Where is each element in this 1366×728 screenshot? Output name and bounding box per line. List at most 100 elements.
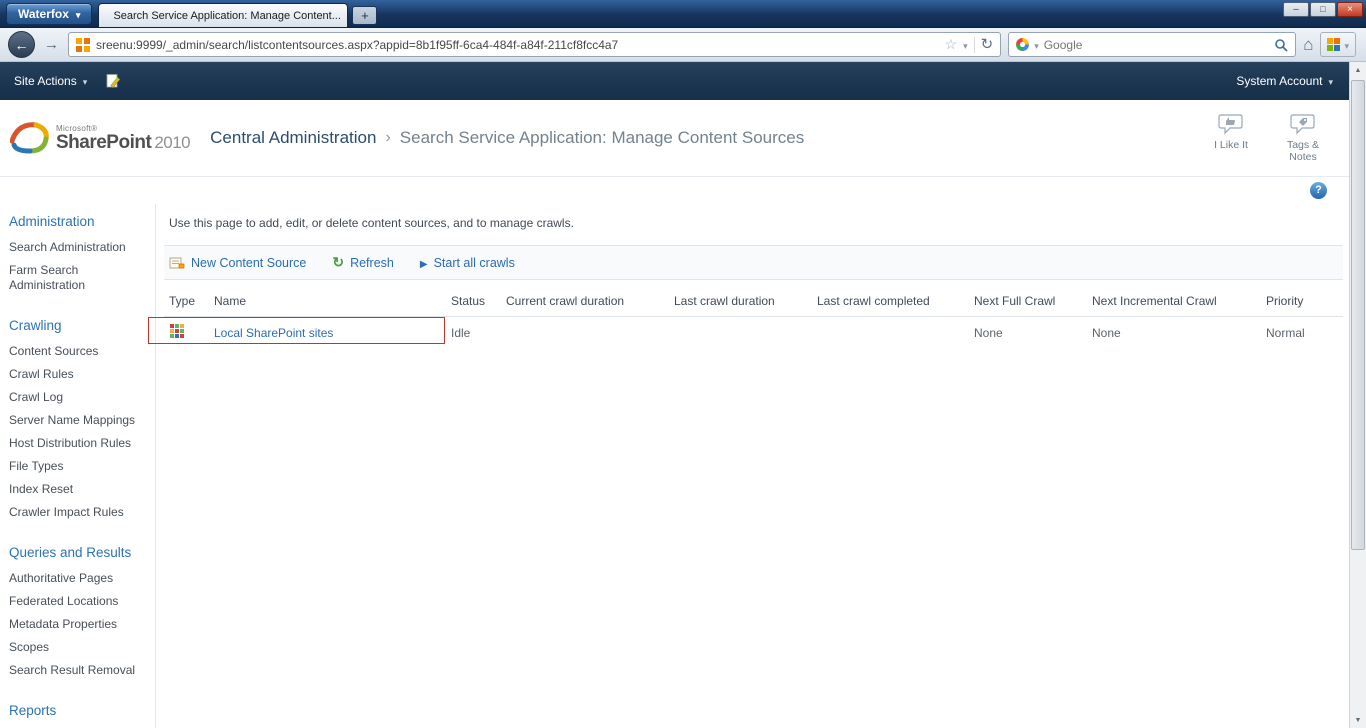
search-box[interactable] [1008, 32, 1297, 57]
reload-icon[interactable] [981, 35, 994, 54]
forward-button[interactable] [42, 36, 61, 53]
page-header: Microsoft® SharePoint 2010 Central Admini… [0, 100, 1349, 176]
back-button[interactable] [8, 31, 35, 58]
divider [973, 36, 975, 53]
sidebar-heading-queries-and-results[interactable]: Queries and Results [9, 545, 147, 560]
sidebar-item-index-reset[interactable]: Index Reset [9, 482, 147, 497]
url-input[interactable] [96, 37, 939, 52]
edit-page-icon[interactable] [105, 73, 121, 89]
scrollbar-track[interactable] [1350, 78, 1366, 712]
column-header-type: Type [169, 294, 196, 308]
logo-year: 2010 [154, 132, 191, 152]
url-bar[interactable] [68, 32, 1002, 57]
sidebar-item-server-name-mappings[interactable]: Server Name Mappings [9, 413, 147, 428]
column-header-status: Status [451, 294, 486, 308]
new-content-source-button[interactable]: New Content Source [169, 256, 306, 270]
play-icon [420, 256, 428, 270]
breadcrumb-separator-icon [385, 129, 390, 147]
url-dropdown-icon[interactable] [963, 36, 968, 54]
sidebar-item-crawl-log[interactable]: Crawl Log [9, 390, 147, 405]
sidebar-item-content-sources[interactable]: Content Sources [9, 344, 147, 359]
search-icon[interactable] [1274, 38, 1288, 52]
bookmarks-widget-button[interactable] [1320, 32, 1356, 57]
tab-title: Search Service Application: Manage Conte… [113, 9, 341, 22]
refresh-button[interactable]: Refresh [332, 254, 394, 271]
home-button[interactable] [1303, 35, 1313, 55]
column-header-priority: Priority [1266, 294, 1304, 308]
browser-tab[interactable]: Search Service Application: Manage Conte… [98, 3, 349, 27]
tags-notes-button[interactable]: Tags & Notes [1275, 113, 1331, 163]
intro-text: Use this page to add, edit, or delete co… [169, 216, 574, 230]
restore-button[interactable] [1310, 2, 1336, 17]
main-panel: Use this page to add, edit, or delete co… [148, 204, 1349, 728]
sidebar-heading-reports[interactable]: Reports [9, 703, 147, 718]
quick-launch-sidebar: Administration Search Administration Far… [0, 204, 156, 728]
sidebar-item-farm-search-administration[interactable]: Farm Search Administration [9, 263, 147, 293]
column-header-last-crawl-completed: Last crawl completed [817, 294, 930, 308]
close-button[interactable] [1337, 2, 1363, 17]
tag-icon [1290, 114, 1315, 135]
sidebar-heading-crawling[interactable]: Crawling [9, 318, 147, 333]
scroll-down-arrow-icon[interactable] [1350, 712, 1366, 728]
search-input[interactable] [1043, 37, 1270, 52]
site-favicon-icon [76, 37, 90, 52]
widget-icon [1327, 38, 1341, 51]
sidebar-item-authoritative-pages[interactable]: Authoritative Pages [9, 571, 147, 586]
content-source-type-icon [170, 324, 184, 338]
app-menu-button[interactable]: Waterfox [6, 3, 93, 25]
scrollbar-thumb[interactable] [1351, 80, 1365, 550]
column-header-name: Name [214, 294, 247, 308]
i-like-it-label: I Like It [1214, 139, 1248, 151]
content-source-name-link[interactable]: Local SharePoint sites [214, 326, 333, 340]
sidebar-item-search-administration[interactable]: Search Administration [9, 240, 147, 255]
sidebar-item-metadata-properties[interactable]: Metadata Properties [9, 617, 147, 632]
sharepoint-swoosh-icon [10, 122, 49, 154]
sidebar-item-file-types[interactable]: File Types [9, 459, 147, 474]
column-header-next-incremental-crawl: Next Incremental Crawl [1092, 294, 1217, 308]
priority-cell: Normal [1266, 325, 1305, 340]
chevron-down-icon [1328, 74, 1333, 88]
sidebar-item-host-distribution-rules[interactable]: Host Distribution Rules [9, 436, 147, 451]
tags-notes-label: Tags & Notes [1286, 139, 1320, 163]
new-content-source-label: New Content Source [191, 255, 307, 270]
chevron-down-icon [1344, 36, 1349, 54]
sidebar-item-scopes[interactable]: Scopes [9, 640, 147, 655]
i-like-it-button[interactable]: I Like It [1203, 113, 1259, 163]
table-header: Type Name Status Current crawl duration … [164, 280, 1343, 317]
sharepoint-logo: Microsoft® SharePoint 2010 [10, 121, 191, 155]
app-menu-label: Waterfox [18, 7, 69, 21]
google-icon [1016, 38, 1030, 51]
social-actions: I Like It Tags & Notes [1203, 113, 1331, 163]
content-area: Administration Search Administration Far… [0, 204, 1349, 728]
table-row: Local SharePoint sites Idle None None No… [148, 317, 1343, 348]
system-account-button[interactable]: System Account [1236, 74, 1333, 88]
start-all-crawls-button[interactable]: Start all crawls [420, 256, 515, 270]
sharepoint-topbar: Site Actions System Account [0, 62, 1349, 100]
system-account-label: System Account [1236, 74, 1323, 88]
type-cell [169, 323, 214, 342]
breadcrumb-root-link[interactable]: Central Administration [210, 128, 376, 148]
scroll-up-arrow-icon[interactable] [1350, 62, 1366, 78]
vertical-scrollbar[interactable] [1349, 62, 1366, 728]
sidebar-item-search-result-removal[interactable]: Search Result Removal [9, 663, 147, 678]
column-header-last-crawl-duration: Last crawl duration [674, 294, 775, 308]
site-actions-label: Site Actions [14, 74, 77, 88]
browser-navbar [0, 28, 1366, 62]
column-header-current-crawl-duration: Current crawl duration [506, 294, 625, 308]
sidebar-heading-administration[interactable]: Administration [9, 214, 147, 229]
new-content-source-icon [169, 257, 185, 268]
browser-viewport: Site Actions System Account [0, 62, 1366, 728]
new-tab-button[interactable]: + [352, 6, 378, 25]
sidebar-item-crawl-rules[interactable]: Crawl Rules [9, 367, 147, 382]
site-actions-button[interactable]: Site Actions [8, 70, 93, 92]
help-icon[interactable] [1310, 182, 1327, 199]
browser-titlebar: Waterfox Search Service Application: Man… [0, 0, 1366, 28]
breadcrumb: Central Administration Search Service Ap… [210, 128, 804, 148]
sidebar-item-federated-locations[interactable]: Federated Locations [9, 594, 147, 609]
like-icon [1218, 114, 1243, 135]
sidebar-item-crawler-impact-rules[interactable]: Crawler Impact Rules [9, 505, 147, 520]
minimize-button[interactable] [1283, 2, 1309, 17]
search-engine-dropdown-icon[interactable] [1034, 36, 1039, 54]
logo-text: Microsoft® SharePoint 2010 [56, 124, 191, 153]
bookmark-star-icon[interactable] [945, 36, 958, 54]
